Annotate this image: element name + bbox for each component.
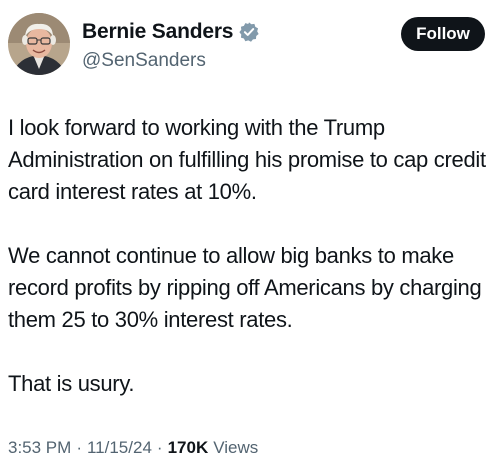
tweet-text: I look forward to working with the Trump… xyxy=(8,112,496,400)
tweet-paragraph-3: That is usury. xyxy=(8,371,135,396)
avatar-image xyxy=(8,13,70,75)
tweet-meta: 3:53 PM · 11/15/24 · 170K Views xyxy=(8,438,258,458)
verified-badge-icon[interactable] xyxy=(238,21,260,43)
tweet-paragraph-1: I look forward to working with the Trump… xyxy=(8,115,486,204)
author-handle[interactable]: @SenSanders xyxy=(82,50,206,72)
tweet-card: Bernie Sanders @SenSanders Follow I look… xyxy=(0,0,500,472)
views-count[interactable]: 170K xyxy=(168,438,209,458)
author-name-row: Bernie Sanders xyxy=(82,18,260,46)
avatar[interactable] xyxy=(8,13,70,75)
tweet-date[interactable]: 11/15/24 xyxy=(87,438,152,458)
views-label[interactable]: Views xyxy=(213,438,258,458)
author-display-name[interactable]: Bernie Sanders xyxy=(82,20,233,44)
tweet-paragraph-2: We cannot continue to allow big banks to… xyxy=(8,243,482,332)
tweet-time[interactable]: 3:53 PM xyxy=(8,438,71,458)
meta-separator: · xyxy=(76,438,82,457)
meta-separator: · xyxy=(156,438,163,457)
follow-button[interactable]: Follow xyxy=(401,17,485,51)
